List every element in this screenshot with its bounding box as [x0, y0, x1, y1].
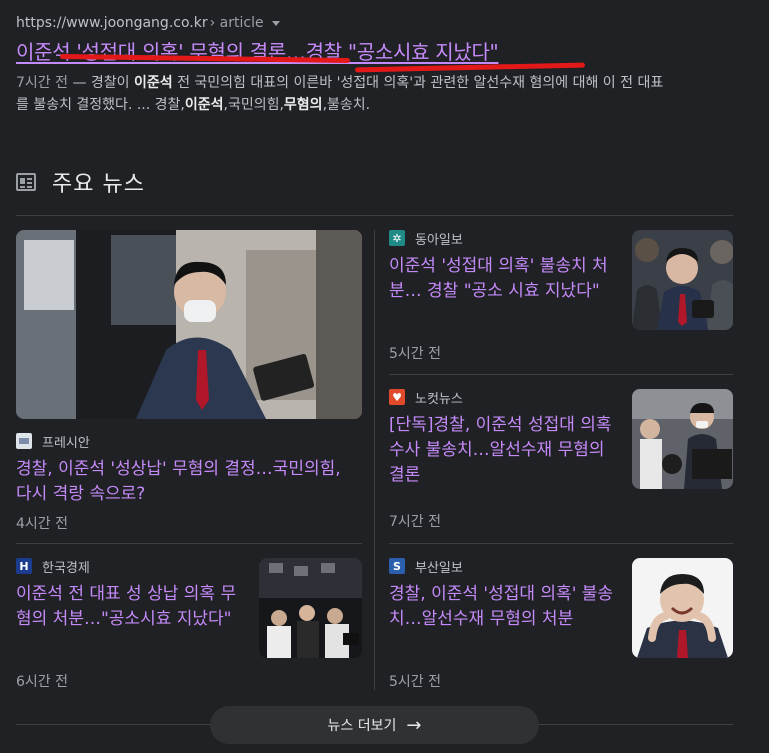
news-headline[interactable]: 이준석 '성접대 의혹' 불송치 처분… 경찰 "공소 시효 지났다": [389, 254, 619, 304]
busan-ilbo-favicon-icon: S: [389, 558, 405, 574]
news-thumbnail[interactable]: [16, 230, 362, 419]
photo-night-press-scrum: [259, 558, 362, 658]
nocut-favicon-icon: ♥: [389, 389, 405, 405]
news-headline[interactable]: 경찰, 이준석 '성상납' 무혐의 결정…국민의힘, 다시 격랑 속으로?: [16, 457, 356, 507]
source-name: 동아일보: [415, 232, 463, 248]
more-news-label: 뉴스 더보기: [327, 718, 397, 734]
snippet-highlight: 이준석: [184, 97, 224, 113]
news-source: 프레시안: [16, 433, 362, 451]
source-name: 부산일보: [415, 560, 463, 576]
news-thumbnail[interactable]: [632, 389, 733, 489]
source-name: 노컷뉴스: [415, 391, 463, 407]
snippet-text: — 경찰이: [68, 75, 134, 91]
news-card[interactable]: 프레시안 경찰, 이준석 '성상납' 무혐의 결정…국민의힘, 다시 격랑 속으…: [16, 230, 362, 533]
news-time: 5시간 전: [389, 346, 441, 362]
result-title-link[interactable]: 이준석 '성접대 의혹' 무혐의 결론…경찰 "공소시효 지났다": [16, 38, 756, 66]
news-time: 6시간 전: [16, 674, 68, 690]
news-time: 4시간 전: [16, 516, 68, 532]
divider: [389, 374, 733, 375]
snippet-age: 7시간 전: [16, 75, 68, 91]
result-url-line[interactable]: https://www.joongang.co.kr › article: [16, 12, 756, 34]
news-card[interactable]: ✲ 동아일보 이준석 '성접대 의혹' 불송치 처분… 경찰 "공소 시효 지났…: [389, 230, 733, 362]
news-time: 5시간 전: [389, 674, 441, 690]
result-url[interactable]: https://www.joongang.co.kr: [16, 15, 208, 31]
snippet-text: ,국민의힘,: [223, 97, 284, 113]
top-news-title: 주요 뉴스: [52, 172, 145, 197]
chevron-down-icon[interactable]: [271, 20, 280, 26]
news-thumbnail[interactable]: [632, 230, 733, 330]
result-breadcrumb: › article: [209, 15, 264, 31]
news-time: 7시간 전: [389, 514, 441, 530]
search-result: https://www.joongang.co.kr › article 이준석…: [16, 12, 756, 116]
divider: [389, 543, 733, 544]
news-card[interactable]: S 부산일보 경찰, 이준석 '성접대 의혹' 불송치…알선수재 무혐의 처분 …: [389, 558, 733, 690]
snippet-text: ,불송치.: [322, 97, 371, 113]
hankyung-favicon-icon: H: [16, 558, 32, 574]
column-divider: [374, 230, 375, 690]
photo-politician-in-car: [16, 230, 362, 419]
more-news-button[interactable]: 뉴스 더보기 →: [210, 706, 539, 744]
divider: [16, 215, 733, 216]
snippet-highlight: 무혐의: [283, 97, 323, 113]
source-name: 프레시안: [42, 435, 90, 451]
news-headline[interactable]: 경찰, 이준석 '성접대 의혹' 불송치…알선수재 무혐의 처분: [389, 582, 621, 632]
photo-politician-crowd: [632, 230, 733, 330]
photo-politician-reporters: [632, 389, 733, 489]
result-snippet: 7시간 전 — 경찰이 이준석 전 국민의힘 대표의 이른바 '성접대 의혹'과…: [16, 72, 666, 116]
news-card[interactable]: H 한국경제 이준석 전 대표 성 상납 의혹 무혐의 처분…"공소시효 지났다…: [16, 558, 362, 690]
news-headline[interactable]: 이준석 전 대표 성 상납 의혹 무혐의 처분…"공소시효 지났다": [16, 582, 248, 632]
pressian-favicon-icon: [16, 433, 32, 449]
divider: [16, 543, 362, 544]
top-news-header: 주요 뉴스: [16, 166, 145, 198]
news-thumbnail[interactable]: [259, 558, 362, 658]
news-icon: [16, 173, 36, 191]
news-thumbnail[interactable]: [632, 558, 733, 658]
snippet-highlight: 이준석: [134, 75, 173, 91]
news-card[interactable]: ♥ 노컷뉴스 [단독]경찰, 이준석 성접대 의혹 수사 불송치…알선수재 무혐…: [389, 389, 733, 530]
news-headline[interactable]: [단독]경찰, 이준석 성접대 의혹 수사 불송치…알선수재 무혐의 결론: [389, 413, 619, 488]
arrow-right-icon: →: [406, 714, 422, 736]
source-name: 한국경제: [42, 560, 90, 576]
donga-favicon-icon: ✲: [389, 230, 405, 246]
photo-politician-laughing: [632, 558, 733, 658]
